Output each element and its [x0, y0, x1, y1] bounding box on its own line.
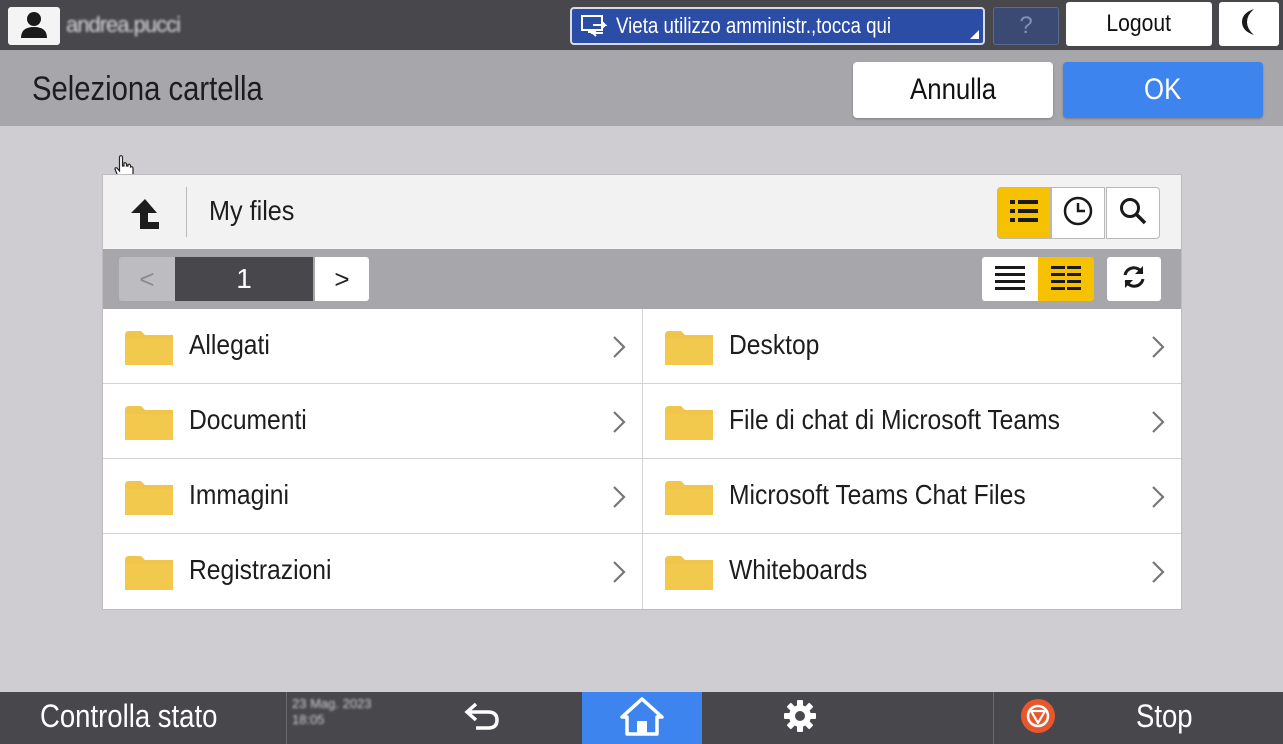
detail-view-button[interactable]	[982, 257, 1038, 301]
search-icon	[1118, 196, 1148, 231]
help-label: ?	[1019, 12, 1033, 39]
back-button[interactable]	[452, 698, 512, 738]
next-label: >	[334, 263, 350, 294]
chevron-right-icon	[612, 560, 626, 589]
folder-name: Whiteboards	[729, 554, 868, 585]
folder-name: Desktop	[729, 329, 820, 360]
chevron-right-icon	[1151, 335, 1165, 364]
header-bar: Seleziona cartella Annulla OK	[0, 50, 1283, 126]
folder-item[interactable]: Registrazioni	[103, 534, 642, 609]
folder-icon	[665, 331, 713, 370]
user-button[interactable]	[8, 7, 60, 45]
cancel-button[interactable]: Annulla	[853, 62, 1053, 118]
path-separator	[186, 187, 187, 237]
path-bar: My files	[103, 175, 1181, 249]
pagination-bar: < 1 >	[103, 249, 1181, 309]
user-icon	[19, 10, 49, 43]
two-column-icon	[1049, 263, 1083, 296]
folder-icon	[665, 481, 713, 520]
bottom-bar: Controlla stato 23 Mag. 2023 18:05 Stop	[0, 692, 1283, 744]
page-title: Seleziona cartella	[32, 70, 263, 108]
moon-icon	[1238, 7, 1260, 42]
ok-label: OK	[1144, 73, 1182, 106]
folder-item[interactable]: Allegati	[103, 309, 642, 384]
folder-browser: My files < 1 > Allegati Desktop Document…	[102, 174, 1182, 610]
two-column-view-button[interactable]	[1038, 257, 1094, 301]
chevron-right-icon	[1151, 410, 1165, 439]
parent-folder-button[interactable]	[125, 193, 165, 233]
prev-page-button[interactable]: <	[119, 257, 175, 301]
admin-notice-label: Vieta utilizzo amministr.,tocca qui	[616, 13, 892, 38]
search-button[interactable]	[1106, 187, 1160, 239]
folder-item[interactable]: Microsoft Teams Chat Files	[642, 459, 1181, 534]
folder-icon	[125, 331, 173, 370]
folder-icon	[125, 556, 173, 595]
time-label: 18:05	[292, 712, 325, 727]
folder-name: Registrazioni	[189, 554, 332, 585]
folder-name: Allegati	[189, 329, 270, 360]
settings-button[interactable]	[770, 698, 830, 738]
check-status-label: Controlla stato	[40, 698, 218, 734]
cancel-label: Annulla	[909, 73, 997, 106]
logout-label: Logout	[1106, 10, 1172, 37]
chevron-right-icon	[1151, 560, 1165, 589]
folder-name: File di chat di Microsoft Teams	[729, 404, 1060, 435]
dropdown-corner-icon	[970, 30, 979, 39]
prev-label: <	[139, 263, 155, 294]
folder-icon	[665, 556, 713, 595]
remote-admin-icon	[572, 9, 616, 43]
date-label: 23 Mag. 2023	[292, 696, 372, 711]
up-arrow-icon	[125, 199, 165, 237]
folder-icon	[665, 406, 713, 445]
gear-icon	[783, 699, 817, 738]
folder-item[interactable]: Desktop	[642, 309, 1181, 384]
home-icon	[620, 696, 664, 741]
folder-list-mode-button[interactable]	[997, 187, 1051, 239]
back-arrow-icon	[462, 700, 502, 737]
folder-name: Microsoft Teams Chat Files	[729, 479, 1026, 510]
home-button[interactable]	[582, 692, 702, 744]
stop-button[interactable]: Stop	[1136, 698, 1193, 735]
refresh-button[interactable]	[1107, 257, 1161, 301]
folder-item[interactable]: Immagini	[103, 459, 642, 534]
folder-item[interactable]: Whiteboards	[642, 534, 1181, 609]
stop-label: Stop	[1136, 698, 1193, 734]
next-page-button[interactable]: >	[315, 257, 369, 301]
refresh-icon	[1120, 263, 1148, 296]
current-path-label: My files	[209, 195, 295, 226]
folder-item[interactable]: Documenti	[103, 384, 642, 459]
night-mode-button[interactable]	[1219, 2, 1279, 46]
folder-icon	[125, 481, 173, 520]
chevron-right-icon	[612, 485, 626, 514]
stop-icon-button[interactable]	[1016, 698, 1060, 738]
date-time-display: 23 Mag. 2023 18:05	[292, 696, 402, 740]
folder-icon	[125, 406, 173, 445]
folder-item[interactable]: File di chat di Microsoft Teams	[642, 384, 1181, 459]
single-column-icon	[993, 263, 1027, 296]
admin-notice-button[interactable]: Vieta utilizzo amministr.,tocca qui	[570, 7, 985, 45]
chevron-right-icon	[1151, 485, 1165, 514]
bottom-divider	[993, 692, 994, 744]
page-number-label: 1	[236, 263, 252, 294]
page-number: 1	[175, 257, 313, 301]
bottom-divider	[286, 692, 287, 744]
folder-name: Documenti	[189, 404, 307, 435]
username-label: andrea.pucci	[66, 12, 181, 37]
chevron-right-icon	[612, 335, 626, 364]
top-bar: andrea.pucci Vieta utilizzo amministr.,t…	[0, 0, 1283, 50]
list-icon	[1008, 197, 1040, 230]
recent-files-button[interactable]	[1051, 187, 1105, 239]
folder-grid: Allegati Desktop Documenti File di chat …	[103, 309, 1181, 609]
logout-button[interactable]: Logout	[1066, 2, 1212, 46]
ok-button[interactable]: OK	[1063, 62, 1263, 118]
help-button[interactable]: ?	[993, 7, 1059, 45]
folder-name: Immagini	[189, 479, 289, 510]
check-status-button[interactable]: Controlla stato	[40, 698, 217, 735]
stop-icon	[1020, 698, 1056, 739]
chevron-right-icon	[612, 410, 626, 439]
clock-icon	[1062, 195, 1094, 232]
